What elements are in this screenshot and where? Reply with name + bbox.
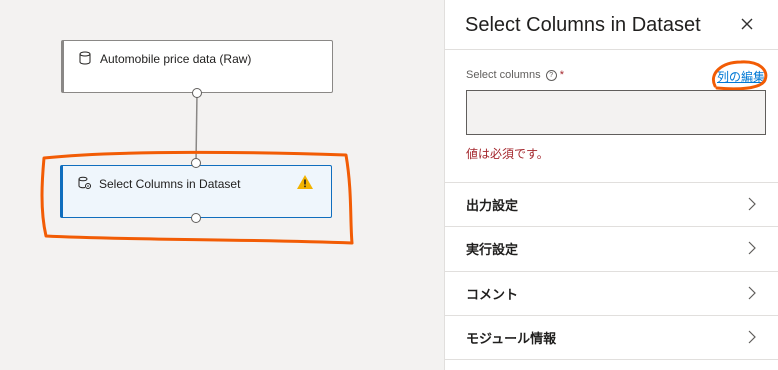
- chevron-right-icon: [747, 241, 757, 260]
- node-title: Select Columns in Dataset: [99, 177, 241, 191]
- chevron-right-icon: [747, 286, 757, 305]
- dataset-icon: [79, 51, 91, 70]
- output-port[interactable]: [192, 88, 202, 98]
- chevron-right-icon: [747, 197, 757, 216]
- warning-icon: [296, 174, 314, 195]
- section-module-info[interactable]: モジュール情報: [445, 315, 778, 359]
- help-icon[interactable]: ?: [545, 70, 557, 81]
- section-output-settings[interactable]: 出力設定: [445, 182, 778, 226]
- validation-error: 値は必須です。: [466, 147, 549, 161]
- module-icon: [78, 176, 92, 195]
- node-title: Automobile price data (Raw): [100, 52, 252, 66]
- module-node-automobile-price-data[interactable]: Automobile price data (Raw): [61, 40, 333, 93]
- section-comment[interactable]: コメント: [445, 271, 778, 315]
- selected-columns-box[interactable]: [466, 90, 766, 135]
- section-run-settings[interactable]: 実行設定: [445, 226, 778, 270]
- module-node-select-columns[interactable]: Select Columns in Dataset: [60, 165, 332, 218]
- pipeline-canvas[interactable]: Automobile price data (Raw) Select Colum…: [0, 0, 444, 370]
- properties-panel: Select Columns in Dataset Select columns…: [444, 0, 778, 370]
- divider: [445, 49, 778, 50]
- input-port[interactable]: [191, 158, 201, 168]
- divider: [445, 359, 778, 360]
- select-columns-label: Select columns ? *: [466, 69, 564, 81]
- close-icon[interactable]: [738, 15, 756, 33]
- panel-title: Select Columns in Dataset: [465, 14, 701, 36]
- required-mark: *: [559, 69, 564, 81]
- annotation-circle: [712, 60, 768, 91]
- output-port[interactable]: [191, 213, 201, 223]
- chevron-right-icon: [747, 330, 757, 349]
